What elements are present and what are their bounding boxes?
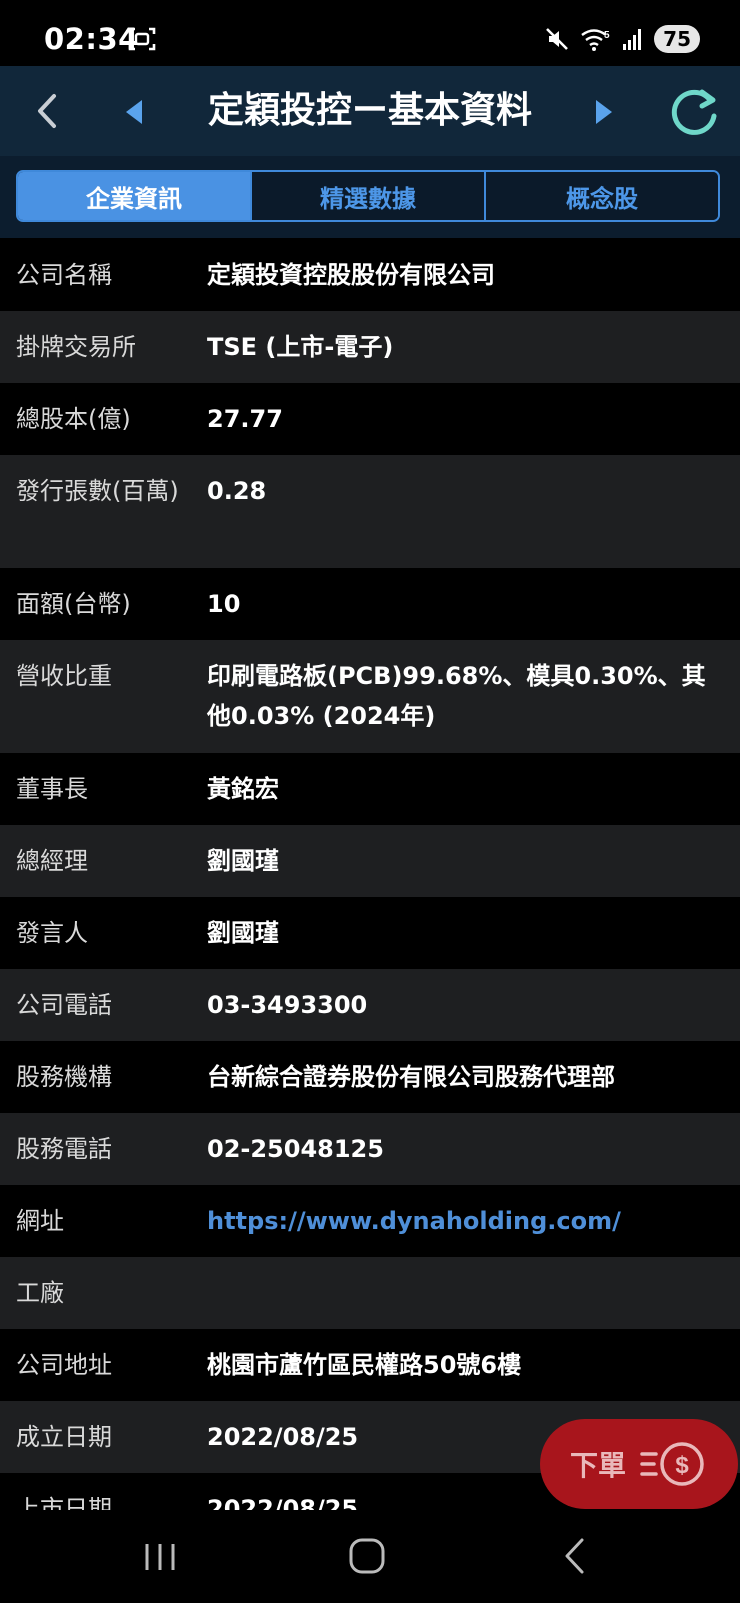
info-label: 上市日期	[16, 1495, 112, 1510]
info-label: 發行張數(百萬)	[16, 477, 179, 505]
info-row-revenue-mix: 營收比重 印刷電路板(PCB)99.68%、模具0.30%、其他0.03% (2…	[0, 640, 740, 753]
home-icon[interactable]	[348, 1537, 386, 1575]
dollar-menu-icon: $	[640, 1442, 704, 1486]
info-row-address: 公司地址 桃園市蘆竹區民權路50號6樓	[0, 1329, 740, 1401]
info-row-factory: 工廠	[0, 1257, 740, 1329]
chevron-left-icon[interactable]	[26, 84, 68, 138]
info-row-par-value: 面額(台幣) 10	[0, 568, 740, 640]
back-icon[interactable]	[562, 1536, 588, 1576]
info-label: 公司名稱	[16, 261, 112, 289]
info-value: 劉國瑾	[207, 847, 279, 875]
system-nav-bar	[0, 1510, 740, 1603]
info-value: 黃銘宏	[207, 775, 279, 803]
info-row-agent-phone: 股務電話 02-25048125	[0, 1113, 740, 1185]
info-label: 總經理	[16, 847, 88, 875]
order-button-label: 下單	[570, 1449, 627, 1482]
info-row-shares-issued: 發行張數(百萬) 0.28	[0, 455, 740, 568]
info-label: 總股本(億)	[16, 405, 131, 433]
info-label: 董事長	[16, 775, 88, 803]
info-label: 營收比重	[16, 662, 112, 690]
wifi-icon: 5	[581, 29, 610, 51]
info-row-chairman: 董事長 黃銘宏	[0, 753, 740, 825]
tab-concept-stocks[interactable]: 概念股	[486, 172, 718, 220]
info-value: 0.28	[207, 477, 267, 505]
company-info-list: 公司名稱 定穎投資控股股份有限公司 掛牌交易所 TSE (上市-電子) 總股本(…	[0, 239, 740, 1510]
info-label: 股務機構	[16, 1063, 112, 1091]
info-row-website: 網址 https://www.dynaholding.com/	[0, 1185, 740, 1257]
tab-company-info[interactable]: 企業資訊	[18, 172, 252, 220]
info-label: 網址	[16, 1207, 64, 1235]
tab-selected-data[interactable]: 精選數據	[252, 172, 486, 220]
info-value: 印刷電路板(PCB)99.68%、模具0.30%、其他0.03% (2024年)	[207, 662, 706, 730]
status-time: 02:34	[44, 22, 139, 56]
svg-text:$: $	[675, 1452, 689, 1479]
status-icons: 5 75	[544, 24, 700, 54]
info-row-share-agent: 股務機構 台新綜合證券股份有限公司股務代理部	[0, 1041, 740, 1113]
website-link[interactable]: https://www.dynaholding.com/	[190, 1185, 740, 1257]
info-row-company-name: 公司名稱 定穎投資控股股份有限公司	[0, 239, 740, 311]
info-row-exchange: 掛牌交易所 TSE (上市-電子)	[0, 311, 740, 383]
info-label: 面額(台幣)	[16, 590, 131, 618]
page-title: 定穎投控ー基本資料	[207, 90, 532, 131]
refresh-icon[interactable]	[666, 86, 722, 138]
screenshot-icon	[128, 27, 156, 51]
info-value: 10	[207, 590, 241, 618]
app-header: 定穎投控ー基本資料	[0, 66, 740, 156]
info-value[interactable]: 02-25048125	[190, 1113, 740, 1185]
info-label: 發言人	[16, 919, 88, 947]
info-value: 27.77	[207, 405, 283, 433]
info-row-spokesperson: 發言人 劉國瑾	[0, 897, 740, 969]
info-value	[190, 1257, 740, 1329]
info-label: 公司地址	[16, 1351, 112, 1379]
recents-icon[interactable]	[142, 1540, 178, 1574]
tabs-bar: 企業資訊 精選數據 概念股	[0, 156, 740, 238]
info-label: 股務電話	[16, 1135, 112, 1163]
info-value: 劉國瑾	[207, 919, 279, 947]
info-value: TSE (上市-電子)	[207, 333, 394, 361]
mute-icon	[546, 28, 569, 50]
signal-icon	[623, 29, 642, 50]
info-value[interactable]: 03-3493300	[190, 969, 740, 1041]
battery-indicator: 75	[654, 25, 700, 53]
info-label: 掛牌交易所	[16, 333, 136, 361]
info-label: 工廠	[16, 1279, 64, 1307]
info-value: 定穎投資控股股份有限公司	[207, 261, 495, 289]
svg-text:5: 5	[604, 30, 610, 41]
info-value: 台新綜合證券股份有限公司股務代理部	[207, 1063, 615, 1091]
status-bar: 02:34 5 75	[0, 0, 740, 66]
info-row-general-manager: 總經理 劉國瑾	[0, 825, 740, 897]
triangle-left-icon[interactable]	[118, 92, 154, 132]
info-value: 桃園市蘆竹區民權路50號6樓	[207, 1351, 522, 1379]
segmented-tabs: 企業資訊 精選數據 概念股	[16, 170, 720, 222]
triangle-right-icon[interactable]	[586, 92, 622, 132]
info-label: 成立日期	[16, 1423, 112, 1451]
info-label: 公司電話	[16, 991, 112, 1019]
info-row-company-phone: 公司電話 03-3493300	[0, 969, 740, 1041]
info-row-capital: 總股本(億) 27.77	[0, 383, 740, 455]
order-button[interactable]: 下單 $	[540, 1419, 738, 1509]
